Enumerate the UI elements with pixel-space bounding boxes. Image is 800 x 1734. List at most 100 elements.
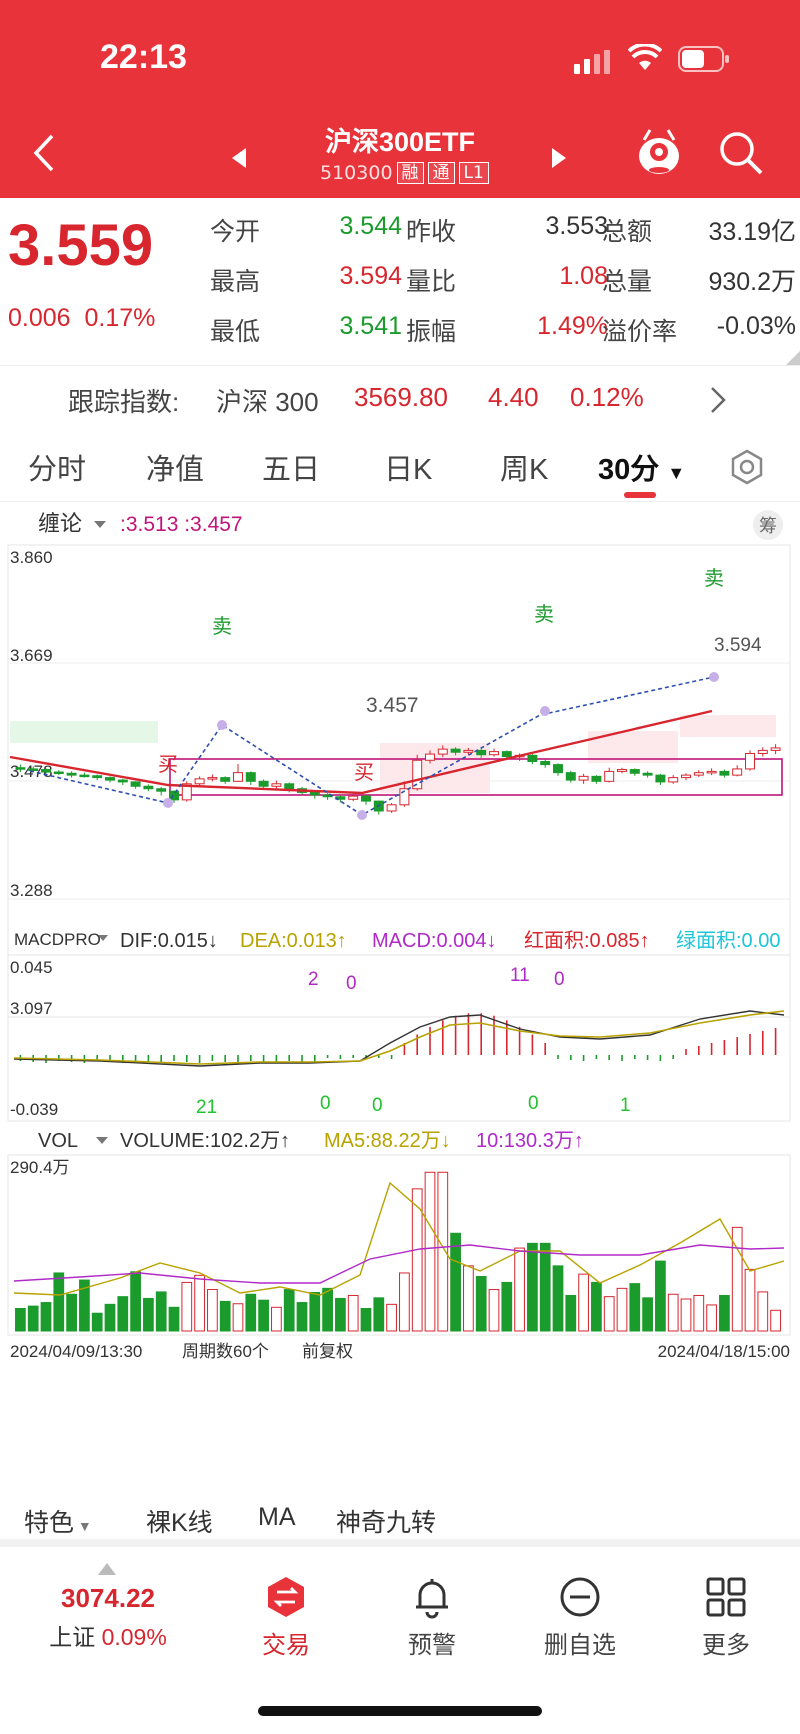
volume-bar — [475, 1276, 487, 1332]
candle-body — [207, 777, 218, 780]
quote-value: 930.2万 — [708, 268, 796, 296]
dock-remove-favorite[interactable]: 删自选 — [520, 1575, 640, 1660]
candle-body — [284, 783, 295, 790]
chart-tool-bar: 特色 ▼ 裸K线 MA 神奇九转 — [0, 1493, 800, 1547]
end-date: 2024/04/18/15:00 — [658, 1342, 790, 1361]
volume-bar — [706, 1304, 717, 1332]
candle-body — [578, 775, 589, 781]
macd-count: 11 — [510, 965, 530, 986]
candle-body — [15, 767, 26, 770]
volume-bar — [155, 1291, 167, 1332]
volume-bar — [424, 1171, 436, 1332]
pivot-point — [357, 810, 367, 820]
tab-nav[interactable]: 净值 — [146, 446, 204, 488]
quote-row: 最高 3.594 量比 1.08 总量 930.2万 — [210, 262, 800, 308]
dock-more[interactable]: 更多 — [666, 1575, 786, 1660]
feature-menu[interactable]: 特色 ▼ — [24, 1503, 92, 1539]
candle-body — [271, 783, 282, 787]
candle-body — [463, 749, 474, 753]
candle-body — [92, 775, 103, 779]
volume-bar — [655, 1260, 666, 1332]
candle-body — [489, 751, 499, 756]
tab-five-day[interactable]: 五日 — [262, 446, 320, 488]
candle-body — [591, 775, 602, 782]
vol-name[interactable]: VOL — [38, 1130, 78, 1152]
dock-alert[interactable]: 预警 — [372, 1575, 492, 1660]
macd-y-bottom: -0.039 — [10, 1100, 58, 1119]
period-count: 周期数60个 — [182, 1342, 269, 1361]
vol-ma10: 10:130.3万↑ — [476, 1130, 584, 1152]
volume-bar — [527, 1242, 538, 1332]
tracking-index-value: 3569.80 — [354, 382, 448, 412]
volume-bar — [130, 1271, 141, 1332]
tracking-index-change: 4.40 — [488, 382, 539, 412]
search-icon[interactable] — [718, 130, 764, 176]
candle-body — [655, 774, 666, 783]
index-pct: 0.09% — [101, 1624, 167, 1650]
candle-body — [450, 748, 461, 753]
tracking-index-row[interactable]: 跟踪指数: 沪深 300 3569.80 4.40 0.12% — [0, 366, 800, 432]
quote-value: 3.553 — [545, 212, 608, 240]
pivot-zone — [680, 715, 776, 737]
quote-value: 33.19亿 — [708, 218, 796, 246]
chevron-right-icon[interactable] — [710, 386, 726, 414]
period-tabs: 分时 净值 五日 日K 周K 30分 ▼ — [0, 432, 800, 502]
settings-hexagon-icon[interactable] — [728, 448, 766, 486]
dock-trade[interactable]: 交易 — [226, 1575, 346, 1660]
volume-bar — [232, 1303, 244, 1332]
vol-volume: VOLUME:102.2万↑ — [120, 1130, 290, 1152]
candle-body — [386, 804, 397, 812]
expand-up-icon[interactable] — [98, 1563, 116, 1575]
next-stock-arrow-icon[interactable] — [550, 148, 566, 168]
quote-value: -0.03% — [716, 312, 796, 340]
tracking-index-name: 沪深 300 — [216, 387, 319, 417]
chip-label: 筹 — [759, 516, 777, 536]
candle-body — [719, 770, 730, 776]
tab-daily-k[interactable]: 日K — [384, 446, 432, 488]
cellular-signal-icon — [574, 50, 610, 74]
index-widget[interactable]: 3074.22 上证 0.09% — [30, 1583, 186, 1652]
candle-body — [757, 749, 768, 754]
quote-label: 最低 — [210, 318, 261, 346]
kline-chart-svg[interactable]: 缠论 :3.513 :3.457 筹 3.860 3.669 3.478 3.2… — [0, 503, 800, 1493]
candle-body — [527, 754, 538, 763]
change-percent: 0.17% — [84, 304, 156, 332]
macd-name[interactable]: MACDPRO — [14, 930, 101, 949]
ma-button[interactable]: MA — [258, 1503, 296, 1532]
indicator-name[interactable]: 缠论 — [38, 511, 82, 536]
vol-dropdown-icon[interactable] — [96, 1137, 108, 1144]
volume-bar — [168, 1306, 180, 1332]
tab-weekly-k[interactable]: 周K — [500, 446, 548, 488]
volume-bar — [450, 1232, 461, 1332]
candle-body — [565, 772, 576, 781]
candle-body — [501, 751, 512, 758]
stock-code: 510300 — [320, 162, 393, 184]
status-time: 22:13 — [100, 38, 187, 76]
indicator-dropdown-icon[interactable] — [94, 521, 106, 528]
quote-label: 今开 — [210, 218, 261, 246]
volume-bar — [322, 1287, 333, 1332]
volume-bar — [693, 1294, 705, 1332]
tag-l1: L1 — [458, 162, 489, 184]
quote-row: 最低 3.541 振幅 1.49% 溢价率 -0.03% — [210, 312, 800, 358]
chart-area[interactable]: 缠论 :3.513 :3.457 筹 3.860 3.669 3.478 3.2… — [0, 503, 800, 1493]
dock-more-label: 更多 — [702, 1632, 750, 1659]
tag-rong: 融 — [396, 162, 424, 184]
macd-count: 0 — [320, 1093, 331, 1114]
tab-intraday[interactable]: 分时 — [28, 446, 86, 488]
macd-green-area: 绿面积:0.00 — [676, 929, 780, 952]
quote-value: 1.49% — [537, 312, 608, 340]
last-price: 3.559 — [8, 213, 154, 278]
quote-label: 溢价率 — [602, 318, 678, 346]
candle-body — [540, 761, 551, 766]
tab-30min[interactable]: 30分 ▼ — [598, 446, 685, 488]
y-tick-label: 3.288 — [10, 881, 53, 900]
naked-k-button[interactable]: 裸K线 — [146, 1503, 213, 1539]
quote-label: 总量 — [602, 268, 653, 296]
candle-body — [53, 771, 64, 775]
magic-nine-button[interactable]: 神奇九转 — [336, 1503, 436, 1539]
volume-bar — [386, 1303, 397, 1332]
macd-count: 0 — [554, 969, 565, 990]
quote-row: 今开 3.544 昨收 3.553 总额 33.19亿 — [210, 212, 800, 258]
mascot-icon[interactable] — [636, 126, 682, 176]
